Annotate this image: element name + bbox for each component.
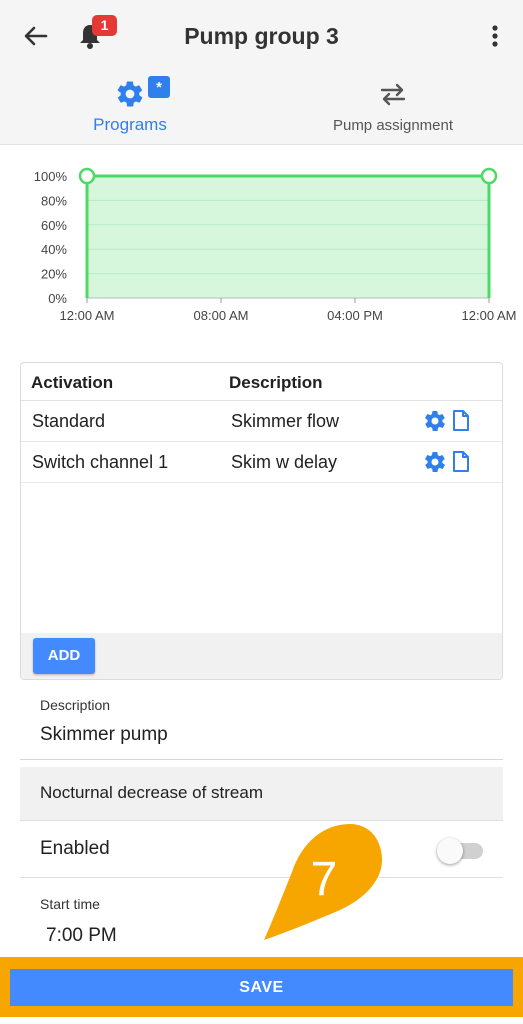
x-tick-label: 12:00 AM bbox=[462, 308, 517, 323]
programs-table: Activation Description Standard Skimmer … bbox=[20, 362, 503, 680]
copy-icon[interactable] bbox=[451, 450, 471, 474]
enabled-label: Enabled bbox=[40, 838, 110, 859]
column-header-description: Description bbox=[229, 373, 323, 392]
nocturnal-decrease-section[interactable]: Nocturnal decrease of stream bbox=[20, 767, 503, 821]
row-description: Skim w delay bbox=[231, 452, 338, 472]
enabled-toggle[interactable] bbox=[437, 838, 483, 864]
page-title: Pump group 3 bbox=[184, 23, 339, 49]
more-options-button[interactable] bbox=[480, 20, 510, 52]
tab-programs[interactable]: * Programs bbox=[60, 75, 200, 145]
start-time-input[interactable]: 7:00 PM bbox=[46, 925, 117, 947]
swap-arrows-icon bbox=[380, 83, 406, 106]
save-highlight: SAVE bbox=[0, 957, 523, 1017]
table-header: Activation Description bbox=[21, 363, 502, 401]
start-time-label: Start time bbox=[40, 896, 100, 912]
row-actions bbox=[423, 450, 473, 474]
gear-icon[interactable] bbox=[423, 409, 447, 433]
y-tick-label: 20% bbox=[41, 267, 67, 282]
toggle-knob bbox=[437, 838, 463, 864]
y-tick-label: 60% bbox=[41, 218, 67, 233]
table-row[interactable]: Standard Skimmer flow bbox=[21, 401, 502, 442]
row-description: Skimmer flow bbox=[231, 411, 340, 431]
y-tick-label: 40% bbox=[41, 242, 67, 257]
y-tick-label: 100% bbox=[34, 169, 68, 184]
more-vert-icon bbox=[492, 25, 498, 47]
unsaved-badge: * bbox=[148, 76, 170, 98]
step-number: 7 bbox=[311, 853, 338, 906]
tab-programs-label: Programs bbox=[93, 115, 167, 134]
gear-icon bbox=[117, 81, 143, 107]
chart-area-fill bbox=[87, 176, 489, 298]
chart-point[interactable] bbox=[480, 167, 498, 185]
row-actions bbox=[423, 409, 473, 433]
nocturnal-decrease-label: Nocturnal decrease of stream bbox=[40, 783, 263, 802]
app-header: 1 Pump group 3 * Programs Pump assignmen… bbox=[0, 0, 523, 145]
x-tick-label: 12:00 AM bbox=[60, 308, 115, 323]
tab-pump-assignment-label: Pump assignment bbox=[332, 117, 454, 134]
program-chart[interactable]: 100% 80% 60% 40% 20% 0% 12:00 AM 08:00 AM 04:00 … bbox=[0, 150, 523, 340]
add-button[interactable]: ADD bbox=[33, 638, 95, 674]
description-label: Description bbox=[40, 697, 111, 713]
tab-pump-assignment[interactable]: Pump assignment bbox=[320, 75, 466, 145]
y-tick-label: 0% bbox=[48, 291, 67, 306]
description-field[interactable]: Description Skimmer pump bbox=[20, 690, 503, 760]
table-footer: ADD bbox=[21, 633, 502, 679]
description-input[interactable]: Skimmer pump bbox=[40, 724, 168, 746]
x-tick-label: 08:00 AM bbox=[194, 308, 249, 323]
copy-icon[interactable] bbox=[451, 409, 471, 433]
table-row[interactable]: Switch channel 1 Skim w delay bbox=[21, 442, 502, 483]
chart-point[interactable] bbox=[78, 167, 96, 185]
column-header-activation: Activation bbox=[31, 373, 114, 392]
row-activation: Standard bbox=[32, 411, 106, 431]
row-activation: Switch channel 1 bbox=[32, 452, 169, 472]
x-tick-label: 04:00 PM bbox=[327, 308, 383, 323]
save-button[interactable]: SAVE bbox=[10, 969, 513, 1006]
step-marker: 7 bbox=[264, 824, 382, 940]
y-tick-label: 80% bbox=[41, 193, 67, 208]
gear-icon[interactable] bbox=[423, 450, 447, 474]
